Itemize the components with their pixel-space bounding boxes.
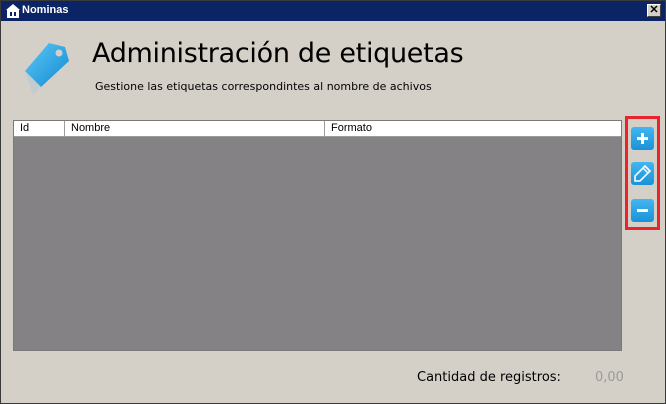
- action-toolbar: [625, 116, 660, 230]
- column-header-nombre[interactable]: Nombre: [65, 121, 325, 136]
- column-header-formato[interactable]: Formato: [325, 121, 621, 136]
- labels-table[interactable]: Id Nombre Formato: [13, 120, 622, 351]
- table-header: Id Nombre Formato: [14, 121, 621, 137]
- record-count-value: 0,00: [595, 370, 624, 385]
- title-bar[interactable]: Nominas ✕: [1, 1, 665, 21]
- page-subtitle: Gestione las etiquetas correspondintes a…: [95, 80, 432, 93]
- column-header-id[interactable]: Id: [14, 121, 65, 136]
- app-window: Nominas ✕ Administración de etiquetas Ge…: [0, 0, 666, 404]
- remove-button[interactable]: [631, 199, 654, 222]
- window-title: Nominas: [22, 4, 69, 16]
- record-count-label: Cantidad de registros:: [417, 370, 561, 385]
- page-title: Administración de etiquetas: [92, 38, 464, 69]
- close-button[interactable]: ✕: [647, 4, 661, 17]
- tag-icon: [25, 43, 69, 95]
- edit-button[interactable]: [631, 162, 654, 185]
- add-button[interactable]: [631, 127, 654, 150]
- app-logo-icon: [6, 4, 20, 18]
- pencil-icon: [634, 164, 652, 182]
- minus-icon: [637, 209, 648, 212]
- plus-icon: [637, 133, 648, 144]
